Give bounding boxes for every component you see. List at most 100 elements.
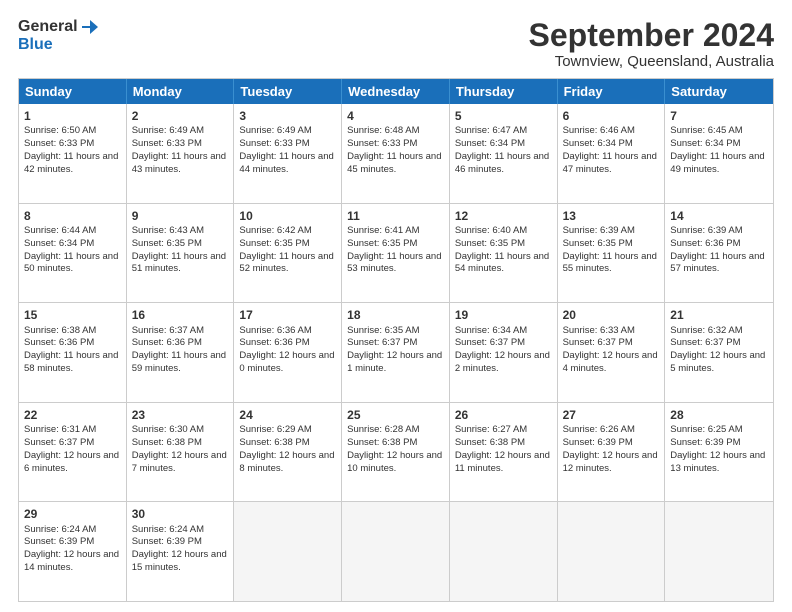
cal-cell: 14 Sunrise: 6:39 AM Sunset: 6:36 PM Dayl… [665, 204, 773, 303]
sunrise-text: Sunrise: 6:31 AM [24, 424, 96, 435]
title-block: September 2024 Townview, Queensland, Aus… [529, 18, 774, 70]
sunset-text: Sunset: 6:39 PM [563, 437, 633, 448]
sunset-text: Sunset: 6:34 PM [670, 138, 740, 149]
cal-cell: 28 Sunrise: 6:25 AM Sunset: 6:39 PM Dayl… [665, 403, 773, 502]
sunset-text: Sunset: 6:35 PM [239, 238, 309, 249]
cal-cell: 9 Sunrise: 6:43 AM Sunset: 6:35 PM Dayli… [127, 204, 235, 303]
logo-general: General [18, 18, 78, 36]
daylight-text: Daylight: 11 hours and 58 minutes. [24, 350, 118, 374]
sunrise-text: Sunrise: 6:36 AM [239, 325, 311, 336]
cal-cell: 23 Sunrise: 6:30 AM Sunset: 6:38 PM Dayl… [127, 403, 235, 502]
header-monday: Monday [127, 79, 235, 104]
day-number: 4 [347, 108, 444, 124]
day-number: 28 [670, 407, 768, 423]
daylight-text: Daylight: 12 hours and 5 minutes. [670, 350, 765, 374]
day-number: 22 [24, 407, 121, 423]
sunrise-text: Sunrise: 6:29 AM [239, 424, 311, 435]
daylight-text: Daylight: 12 hours and 7 minutes. [132, 450, 227, 474]
daylight-text: Daylight: 11 hours and 50 minutes. [24, 251, 118, 275]
daylight-text: Daylight: 11 hours and 44 minutes. [239, 151, 333, 175]
sunrise-text: Sunrise: 6:32 AM [670, 325, 742, 336]
daylight-text: Daylight: 12 hours and 1 minute. [347, 350, 442, 374]
day-number: 26 [455, 407, 552, 423]
cal-cell: 8 Sunrise: 6:44 AM Sunset: 6:34 PM Dayli… [19, 204, 127, 303]
day-number: 24 [239, 407, 336, 423]
sunrise-text: Sunrise: 6:42 AM [239, 225, 311, 236]
day-number: 20 [563, 307, 660, 323]
daylight-text: Daylight: 12 hours and 2 minutes. [455, 350, 550, 374]
sunrise-text: Sunrise: 6:41 AM [347, 225, 419, 236]
cal-cell: 19 Sunrise: 6:34 AM Sunset: 6:37 PM Dayl… [450, 303, 558, 402]
cal-cell: 2 Sunrise: 6:49 AM Sunset: 6:33 PM Dayli… [127, 104, 235, 203]
day-number: 11 [347, 208, 444, 224]
sunrise-text: Sunrise: 6:40 AM [455, 225, 527, 236]
sunset-text: Sunset: 6:36 PM [24, 337, 94, 348]
sunset-text: Sunset: 6:37 PM [455, 337, 525, 348]
daylight-text: Daylight: 11 hours and 53 minutes. [347, 251, 441, 275]
daylight-text: Daylight: 11 hours and 45 minutes. [347, 151, 441, 175]
sunset-text: Sunset: 6:33 PM [347, 138, 417, 149]
day-number: 2 [132, 108, 229, 124]
daylight-text: Daylight: 12 hours and 12 minutes. [563, 450, 658, 474]
sunrise-text: Sunrise: 6:44 AM [24, 225, 96, 236]
sunset-text: Sunset: 6:38 PM [455, 437, 525, 448]
day-number: 15 [24, 307, 121, 323]
sunset-text: Sunset: 6:34 PM [563, 138, 633, 149]
week-row-4: 22 Sunrise: 6:31 AM Sunset: 6:37 PM Dayl… [19, 403, 773, 503]
sunset-text: Sunset: 6:35 PM [455, 238, 525, 249]
cal-cell: 29 Sunrise: 6:24 AM Sunset: 6:39 PM Dayl… [19, 502, 127, 601]
calendar-header: Sunday Monday Tuesday Wednesday Thursday… [19, 79, 773, 104]
logo: General Blue [18, 18, 98, 54]
sunrise-text: Sunrise: 6:27 AM [455, 424, 527, 435]
sunrise-text: Sunrise: 6:43 AM [132, 225, 204, 236]
day-number: 25 [347, 407, 444, 423]
daylight-text: Daylight: 11 hours and 47 minutes. [563, 151, 657, 175]
calendar-body: 1 Sunrise: 6:50 AM Sunset: 6:33 PM Dayli… [19, 104, 773, 601]
daylight-text: Daylight: 11 hours and 55 minutes. [563, 251, 657, 275]
sunrise-text: Sunrise: 6:47 AM [455, 125, 527, 136]
sunrise-text: Sunrise: 6:49 AM [132, 125, 204, 136]
cal-cell: 13 Sunrise: 6:39 AM Sunset: 6:35 PM Dayl… [558, 204, 666, 303]
day-number: 12 [455, 208, 552, 224]
daylight-text: Daylight: 12 hours and 15 minutes. [132, 549, 227, 573]
day-number: 29 [24, 506, 121, 522]
sunrise-text: Sunrise: 6:45 AM [670, 125, 742, 136]
sunrise-text: Sunrise: 6:25 AM [670, 424, 742, 435]
daylight-text: Daylight: 11 hours and 54 minutes. [455, 251, 549, 275]
cal-cell: 27 Sunrise: 6:26 AM Sunset: 6:39 PM Dayl… [558, 403, 666, 502]
sunset-text: Sunset: 6:36 PM [132, 337, 202, 348]
day-number: 14 [670, 208, 768, 224]
day-number: 1 [24, 108, 121, 124]
calendar-container: Sunday Monday Tuesday Wednesday Thursday… [18, 78, 774, 602]
sunset-text: Sunset: 6:36 PM [670, 238, 740, 249]
sunset-text: Sunset: 6:37 PM [24, 437, 94, 448]
day-number: 8 [24, 208, 121, 224]
header: General Blue September 2024 Townview, Qu… [18, 18, 774, 70]
sunrise-text: Sunrise: 6:39 AM [670, 225, 742, 236]
cal-cell: 17 Sunrise: 6:36 AM Sunset: 6:36 PM Dayl… [234, 303, 342, 402]
header-friday: Friday [558, 79, 666, 104]
sunset-text: Sunset: 6:35 PM [347, 238, 417, 249]
cal-cell: 5 Sunrise: 6:47 AM Sunset: 6:34 PM Dayli… [450, 104, 558, 203]
page: General Blue September 2024 Townview, Qu… [0, 0, 792, 612]
daylight-text: Daylight: 11 hours and 43 minutes. [132, 151, 226, 175]
day-number: 9 [132, 208, 229, 224]
sunset-text: Sunset: 6:37 PM [347, 337, 417, 348]
cal-cell: 15 Sunrise: 6:38 AM Sunset: 6:36 PM Dayl… [19, 303, 127, 402]
header-saturday: Saturday [665, 79, 773, 104]
daylight-text: Daylight: 12 hours and 13 minutes. [670, 450, 765, 474]
cal-cell [450, 502, 558, 601]
day-number: 6 [563, 108, 660, 124]
sunset-text: Sunset: 6:33 PM [132, 138, 202, 149]
cal-cell: 10 Sunrise: 6:42 AM Sunset: 6:35 PM Dayl… [234, 204, 342, 303]
day-number: 16 [132, 307, 229, 323]
sunset-text: Sunset: 6:36 PM [239, 337, 309, 348]
header-thursday: Thursday [450, 79, 558, 104]
daylight-text: Daylight: 12 hours and 10 minutes. [347, 450, 442, 474]
cal-cell: 26 Sunrise: 6:27 AM Sunset: 6:38 PM Dayl… [450, 403, 558, 502]
sunrise-text: Sunrise: 6:50 AM [24, 125, 96, 136]
sunrise-text: Sunrise: 6:37 AM [132, 325, 204, 336]
sunrise-text: Sunrise: 6:48 AM [347, 125, 419, 136]
cal-cell: 30 Sunrise: 6:24 AM Sunset: 6:39 PM Dayl… [127, 502, 235, 601]
daylight-text: Daylight: 11 hours and 42 minutes. [24, 151, 118, 175]
